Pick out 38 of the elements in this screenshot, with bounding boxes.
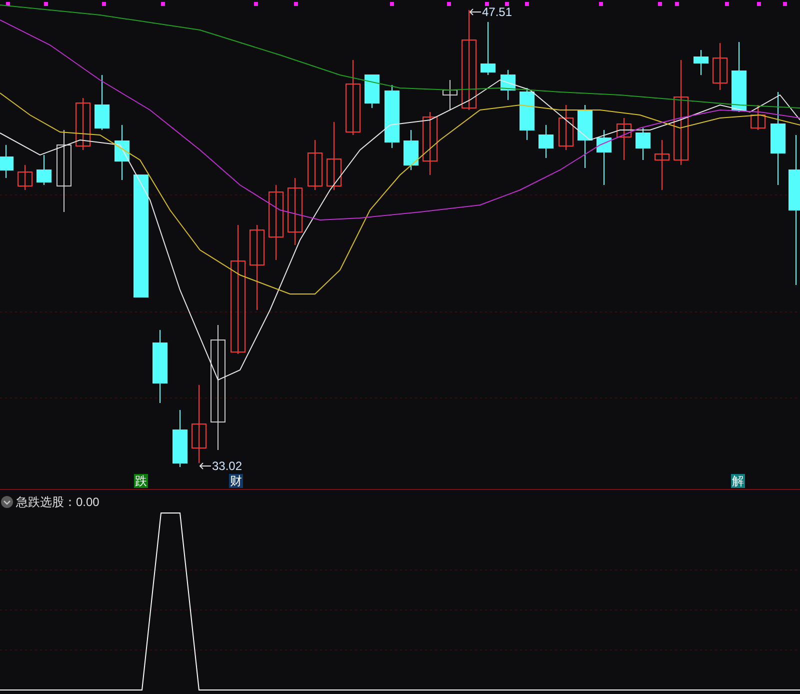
candlestick (578, 104, 592, 168)
candlestick (94, 74, 110, 130)
candlestick (694, 50, 708, 76)
candlestick (500, 70, 516, 100)
candlestick (520, 88, 534, 140)
price-label: 33.02 (212, 460, 242, 472)
candlestick (750, 104, 766, 130)
candlestick (76, 98, 90, 150)
arrow-icon (199, 462, 211, 470)
candlestick (0, 144, 14, 178)
candlestick (442, 80, 458, 110)
candlestick (558, 104, 574, 150)
candlestick (636, 128, 650, 160)
candlestick (172, 410, 188, 468)
candlestick (114, 124, 130, 180)
signal-marker: 解 (731, 474, 745, 488)
candlestick (308, 140, 322, 190)
candlestick (364, 74, 380, 108)
candlestick (616, 118, 632, 160)
candlestick (538, 124, 554, 158)
candlestick (288, 178, 302, 246)
candlestick (36, 154, 52, 186)
candlestick (422, 112, 438, 176)
candlestick (326, 122, 342, 190)
chevron-down-icon[interactable] (1, 496, 13, 508)
price-label: 47.51 (482, 6, 512, 18)
signal-marker: 财 (229, 474, 243, 488)
candlestick (596, 130, 612, 186)
candlestick (732, 42, 746, 112)
candlestick (18, 164, 32, 190)
arrow-icon (469, 8, 481, 16)
candlestick (654, 140, 670, 190)
signal-marker: 跌 (134, 474, 148, 488)
candlestick (480, 22, 496, 76)
candlestick (712, 42, 728, 90)
indicator-title: 急跌选股：0.00 (16, 494, 100, 511)
candlestick (404, 130, 418, 170)
candlestick (384, 84, 400, 148)
